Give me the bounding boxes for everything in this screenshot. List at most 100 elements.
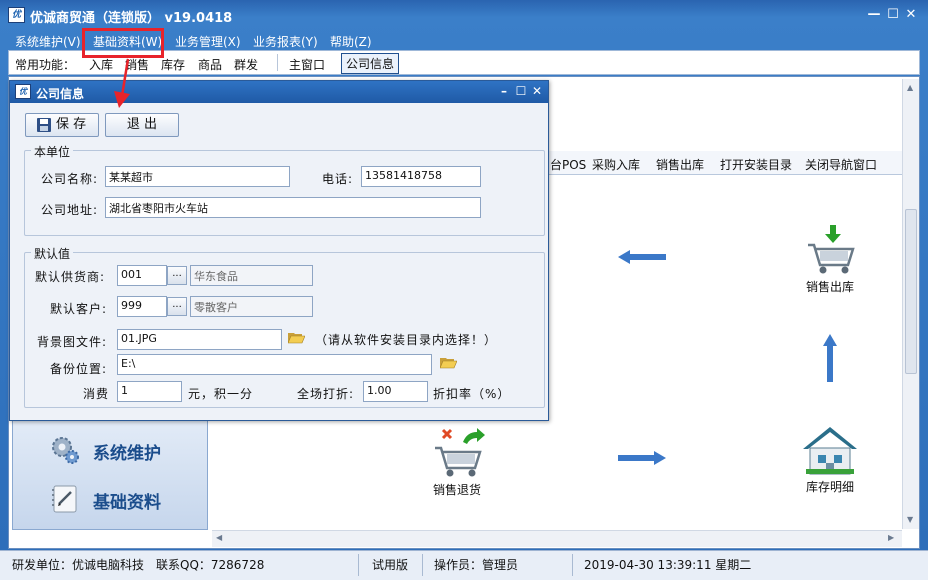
nav-purchase-in[interactable]: 采购入库	[592, 156, 640, 173]
flow-sales-return[interactable]: 销售退货	[422, 428, 492, 498]
status-divider	[358, 554, 359, 576]
background-image-field[interactable]: 01.JPG	[117, 329, 282, 350]
supplier-name-field: 华东食品	[190, 265, 313, 286]
open-folder-icon[interactable]	[288, 331, 305, 344]
dialog-logo-icon: 优	[15, 84, 31, 99]
default-supplier-label: 默认供货商:	[35, 270, 106, 284]
open-folder-icon[interactable]	[440, 356, 457, 369]
scrollbar-thumb[interactable]	[905, 209, 917, 374]
background-image-label: 背景图文件:	[37, 335, 108, 349]
minimize-icon[interactable]: —	[866, 8, 882, 22]
company-address-label: 公司地址:	[41, 203, 99, 217]
status-datetime: 2019-04-30 13:39:11 星期二	[584, 558, 752, 572]
flow-arrow-right	[618, 451, 666, 465]
maximize-icon[interactable]: ☐	[885, 8, 901, 22]
group-company-unit: 本单位	[24, 143, 545, 236]
flow-sales-return-label: 销售退货	[432, 483, 481, 497]
spend-amount-field[interactable]: 1	[117, 381, 182, 402]
status-bar: 研发单位：优诚电脑科技 联系QQ：7286728 试用版 操作员：管理员 201…	[0, 550, 928, 580]
flow-stock-detail-label: 库存明细	[805, 480, 854, 494]
sidebar-item-basic-data[interactable]: 基础资料	[13, 478, 209, 518]
app-logo-icon: 优	[8, 7, 25, 23]
supplier-code-field[interactable]: 001	[117, 265, 167, 286]
backup-location-label: 备份位置:	[50, 362, 108, 376]
notebook-icon	[52, 485, 77, 513]
company-name-field[interactable]: 某某超市	[105, 166, 290, 187]
menu-help[interactable]: 帮助(Z)	[330, 33, 372, 50]
menu-system[interactable]: 系统维护(V)	[15, 33, 81, 50]
dialog-minimize-icon[interactable]: –	[498, 85, 510, 98]
cart-in-icon	[808, 225, 855, 274]
status-qq: 联系QQ：7286728	[156, 558, 265, 572]
points-label: 元，积一分	[188, 387, 254, 401]
exit-button-label: 退 出	[126, 117, 158, 132]
highlight-box	[82, 28, 164, 58]
guide-nav-bar: 台POS 采购入库 销售出库 打开安装目录 关闭导航窗口	[548, 151, 902, 175]
spend-label: 消费	[83, 387, 110, 401]
phone-field[interactable]: 13581418758	[361, 166, 481, 187]
quick-item-inventory[interactable]: 库存	[161, 56, 185, 73]
flow-sales-out[interactable]: 销售出库	[795, 225, 865, 295]
company-name-label: 公司名称:	[41, 172, 99, 186]
scroll-left-icon[interactable]: ◀	[216, 533, 222, 542]
sidebar-item-system-label: 系统维护	[93, 444, 161, 464]
menu-reports[interactable]: 业务报表(Y)	[253, 33, 318, 50]
menu-business[interactable]: 业务管理(X)	[175, 33, 241, 50]
customer-code-field[interactable]: 999	[117, 296, 167, 317]
group-company-unit-title: 本单位	[31, 143, 74, 160]
gears-icon	[52, 437, 79, 464]
scroll-down-icon[interactable]: ▼	[907, 515, 913, 524]
dialog-title: 公司信息	[36, 87, 85, 101]
window-tab-main[interactable]: 主窗口	[289, 56, 325, 73]
status-edition: 试用版	[372, 558, 409, 572]
status-divider	[572, 554, 573, 576]
discount-field[interactable]: 1.00	[363, 381, 428, 402]
cart-return-icon	[435, 428, 485, 477]
floppy-disk-icon	[37, 118, 51, 132]
phone-label: 电话:	[322, 172, 354, 186]
title-bar: 优 优诚商贸通（连锁版） v19.0418 — ☐ ✕	[0, 0, 928, 31]
annotation-arrow-icon	[114, 58, 130, 108]
status-developer: 研发单位：优诚电脑科技	[12, 558, 145, 572]
company-address-field[interactable]: 湖北省枣阳市火车站	[105, 197, 481, 218]
quick-item-goods[interactable]: 商品	[198, 56, 222, 73]
flow-sales-out-label: 销售出库	[805, 280, 854, 294]
toolbar-divider	[277, 54, 278, 71]
scroll-right-icon[interactable]: ▶	[888, 533, 894, 542]
flow-arrow-up	[823, 334, 837, 382]
sidebar-item-basic-data-label: 基础资料	[93, 493, 161, 513]
nav-pos[interactable]: 台POS	[550, 156, 586, 173]
dialog-title-bar: 优 公司信息 – ☐ ✕	[10, 81, 548, 103]
quick-item-broadcast[interactable]: 群发	[234, 56, 258, 73]
dialog-close-icon[interactable]: ✕	[531, 85, 543, 98]
sidebar-panel: 系统维护 基础资料	[12, 420, 208, 530]
group-defaults-title: 默认值	[31, 245, 74, 262]
customer-browse-button[interactable]: ...	[167, 297, 187, 316]
sidebar-item-system[interactable]: 系统维护	[13, 429, 209, 469]
nav-close-guide[interactable]: 关闭导航窗口	[805, 156, 877, 173]
status-operator: 操作员：管理员	[434, 558, 519, 572]
flow-stock-detail[interactable]: 库存明细	[795, 425, 865, 495]
nav-open-install-dir[interactable]: 打开安装目录	[720, 156, 792, 173]
vertical-scrollbar[interactable]: ▲ ▼	[902, 79, 919, 529]
customer-name-field: 零散客户	[190, 296, 313, 317]
nav-sales-out[interactable]: 销售出库	[656, 156, 704, 173]
discount-rate-label: 折扣率（%）	[433, 387, 511, 401]
backup-location-field[interactable]: E:\	[117, 354, 432, 375]
close-icon[interactable]: ✕	[903, 8, 919, 22]
app-title: 优诚商贸通（连锁版） v19.0418	[30, 11, 233, 26]
background-image-hint: （请从软件安装目录内选择！）	[315, 333, 498, 347]
save-button-label: 保 存	[56, 117, 87, 132]
company-info-dialog: 优 公司信息 – ☐ ✕ 保 存 退 出 本单位 公司名称: 某某超市 电话: …	[9, 80, 549, 421]
scroll-up-icon[interactable]: ▲	[907, 83, 913, 92]
save-button[interactable]: 保 存	[25, 113, 99, 137]
exit-button[interactable]: 退 出	[105, 113, 179, 137]
horizontal-scrollbar[interactable]: ◀ ▶	[212, 530, 902, 547]
dialog-maximize-icon[interactable]: ☐	[515, 85, 527, 98]
flow-arrow-left	[618, 250, 666, 264]
warehouse-icon	[803, 427, 857, 475]
status-divider	[422, 554, 423, 576]
default-customer-label: 默认客户:	[50, 302, 108, 316]
window-tab-company-info[interactable]: 公司信息	[341, 53, 400, 74]
supplier-browse-button[interactable]: ...	[167, 266, 187, 285]
